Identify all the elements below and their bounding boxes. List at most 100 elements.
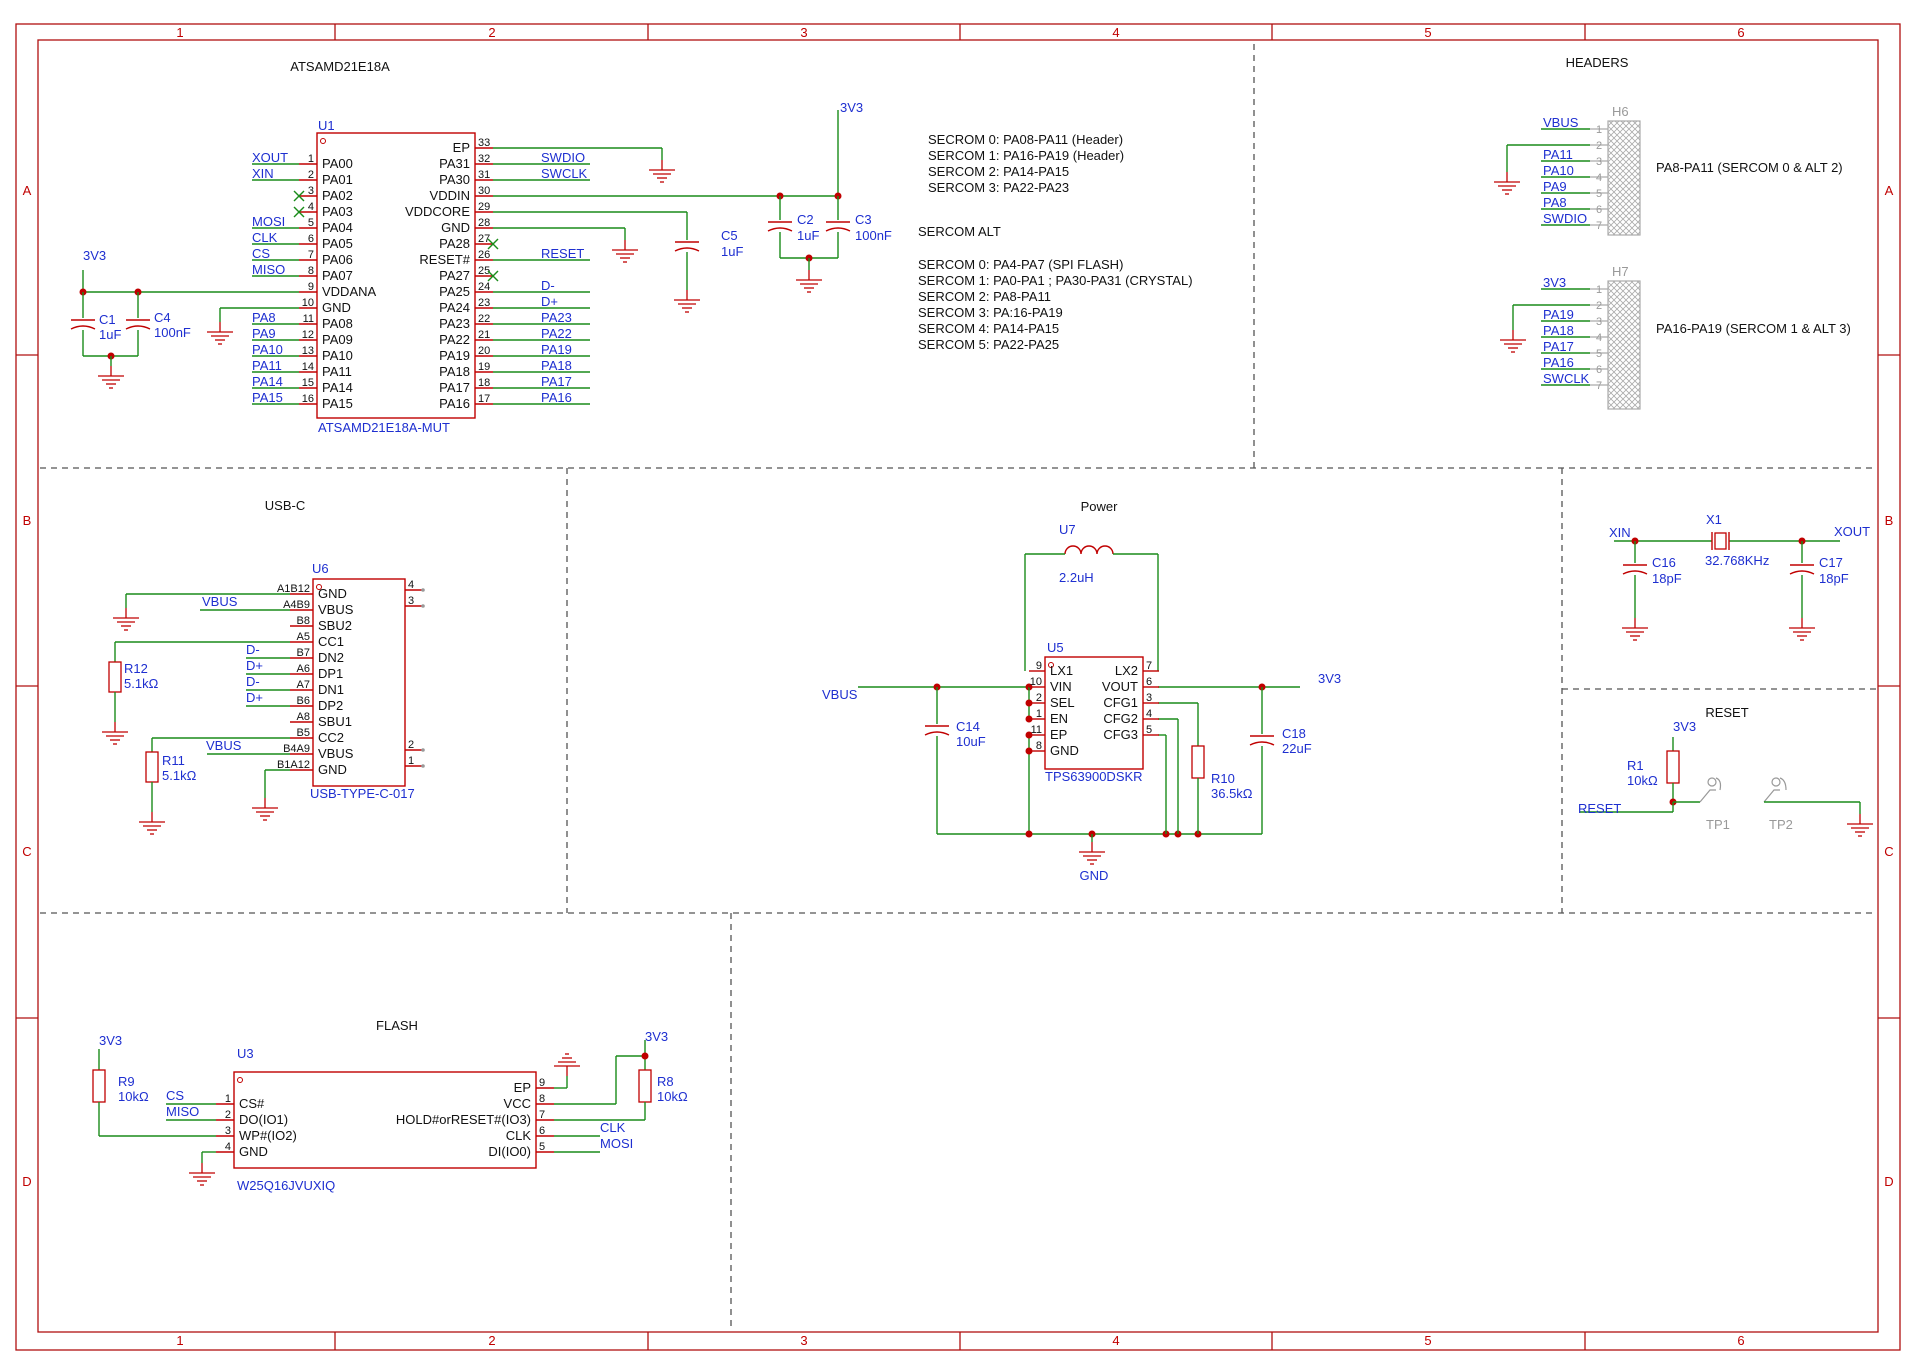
rail-3v3-r9: 3V3 — [99, 1033, 122, 1048]
r8-ref: R8 — [657, 1074, 674, 1089]
u7-ref: U7 — [1059, 522, 1076, 537]
pin-name: DP1 — [318, 666, 343, 681]
pin-name: LX1 — [1050, 663, 1073, 678]
net-label: D+ — [541, 294, 558, 309]
pin-number: 7 — [1596, 220, 1602, 232]
pin-number: B6 — [297, 695, 310, 707]
tp1-label: TP1 — [1706, 817, 1730, 832]
pin-number: 3 — [225, 1125, 231, 1137]
pin-name: PA17 — [439, 380, 470, 395]
pin-number: 3 — [1596, 316, 1602, 328]
r11-ref: R11 — [162, 753, 185, 768]
c16-ref: C16 — [1652, 555, 1676, 570]
pin: 6 CLK — [506, 1125, 554, 1143]
net-vbus: VBUS — [206, 738, 242, 753]
sercom-alt-line: SERCOM 2: PA8-PA11 — [918, 289, 1051, 304]
h7-ref: H7 — [1612, 264, 1629, 279]
col-label-4-bottom: 4 — [1112, 1333, 1119, 1348]
ground-symbol — [1621, 617, 1649, 641]
col-label-5: 5 — [1424, 25, 1431, 40]
pin-number: 3 — [408, 595, 414, 607]
r1-ref: R1 — [1627, 758, 1644, 773]
row-label-d: D — [22, 1174, 31, 1189]
pin-name: PA14 — [322, 380, 353, 395]
pin-number: 11 — [303, 313, 314, 325]
sercom-alt-line: SERCOM 5: PA22-PA25 — [918, 337, 1059, 352]
net-label: PA9 — [1543, 179, 1567, 194]
pin-name: GND — [239, 1144, 268, 1159]
pin-name: HOLD#orRESET#(IO3) — [396, 1112, 531, 1127]
u5-converter-symbol[interactable]: U5 TPS63900DSKR 9 LX1 10 VIN 2 SEL 1 EN 11 EP 8 GND… — [1029, 640, 1159, 784]
pin-name: VCC — [504, 1096, 531, 1111]
col-label-5-bottom: 5 — [1424, 1333, 1431, 1348]
u3-flash-symbol[interactable]: U3 W25Q16JVUXIQ 1 CS# 2 DO(IO1) 3 WP#(IO2) 4 GN… — [216, 1046, 554, 1193]
sercom-note-line: SERCOM 1: PA16-PA19 (Header) — [928, 148, 1124, 163]
pin-number: 28 — [478, 217, 490, 229]
pin-name: PA02 — [322, 188, 353, 203]
pin: 8 VCC — [504, 1093, 554, 1111]
net-label: CS — [252, 246, 270, 261]
net-label: PA14 — [252, 374, 283, 389]
pin-number: 2 — [1036, 692, 1042, 704]
pin: 4 GND — [216, 1141, 268, 1159]
c4-value: 100nF — [154, 325, 191, 340]
pin-number: 20 — [478, 345, 490, 357]
r9-ref: R9 — [118, 1074, 135, 1089]
col-label-6: 6 — [1737, 25, 1744, 40]
pin: 7 HOLD#orRESET#(IO3) — [396, 1109, 554, 1127]
ground-symbol — [112, 607, 140, 631]
net-label: D- — [541, 278, 555, 293]
r1-value: 10kΩ — [1627, 773, 1658, 788]
x1-ref: X1 — [1706, 512, 1722, 527]
net-3v3-power: 3V3 — [1318, 671, 1341, 686]
c16-value: 18pF — [1652, 571, 1682, 586]
pin-name: VDDCORE — [405, 204, 470, 219]
pin-number: B8 — [297, 615, 310, 627]
col-label-1-bottom: 1 — [176, 1333, 183, 1348]
pin-name: VOUT — [1102, 679, 1138, 694]
pin-name: PA05 — [322, 236, 353, 251]
net-vbus-power: VBUS — [822, 687, 858, 702]
pin-number: 1 — [308, 153, 314, 165]
pin-name: EP — [1050, 727, 1067, 742]
pin-number: 3 — [1146, 692, 1152, 704]
pin-name: VBUS — [318, 746, 354, 761]
c18-value: 22uF — [1282, 741, 1312, 756]
u3-ref: U3 — [237, 1046, 254, 1061]
pin-name: PA16 — [439, 396, 470, 411]
c18-ref: C18 — [1282, 726, 1306, 741]
pin-name: CS# — [239, 1096, 265, 1111]
h6-header[interactable]: H6 PA8-PA11 (SERCOM 0 & ALT 2) 1 VBUS 2 3 PA… — [1506, 104, 1843, 236]
section-title-reset: RESET — [1705, 705, 1748, 720]
pin-name: PA06 — [322, 252, 353, 267]
pin-number: 1 — [1036, 708, 1042, 720]
pin-name: PA09 — [322, 332, 353, 347]
sercom-alt-line: SERCOM 0: PA4-PA7 (SPI FLASH) — [918, 257, 1123, 272]
net-label: XOUT — [252, 150, 288, 165]
u1-mcu-symbol[interactable]: U1 ATSAMD21E18A-MUT 1 PA00 XOUT 2 PA01 XIN 3 PA… — [252, 118, 590, 435]
net-d-plus: D+ — [246, 690, 263, 705]
c1-ref: C1 — [99, 312, 116, 327]
pin-number: 8 — [1036, 740, 1042, 752]
ground-symbol — [1493, 171, 1521, 195]
pin-name: PA30 — [439, 172, 470, 187]
pin-number: B5 — [297, 727, 310, 739]
pin: 2 — [405, 739, 425, 752]
h7-header[interactable]: H7 PA16-PA19 (SERCOM 1 & ALT 3) 1 3V3 2 3 PA… — [1512, 264, 1851, 410]
h6-ref: H6 — [1612, 104, 1629, 119]
r12-ref: R12 — [124, 661, 148, 676]
pin-name: EP — [514, 1080, 531, 1095]
c4-ref: C4 — [154, 310, 171, 325]
u6-usb-c-symbol[interactable]: U6 USB-TYPE-C-017 A1B12 GND A4B9 VBUS B8 SBU2… — [277, 561, 425, 801]
pin-number: 26 — [478, 249, 490, 261]
pin-number: 1 — [1596, 124, 1602, 136]
pin-number: 1 — [408, 755, 414, 767]
pin-number: 30 — [478, 185, 490, 197]
row-label-b-right: B — [1885, 513, 1894, 528]
pin-name: CC1 — [318, 634, 344, 649]
u7-value: 2.2uH — [1059, 570, 1094, 585]
pin-name: CLK — [506, 1128, 532, 1143]
ground-symbol — [188, 1162, 216, 1186]
pin-name: SBU2 — [318, 618, 352, 633]
pin: 7 LX2 — [1115, 660, 1159, 678]
